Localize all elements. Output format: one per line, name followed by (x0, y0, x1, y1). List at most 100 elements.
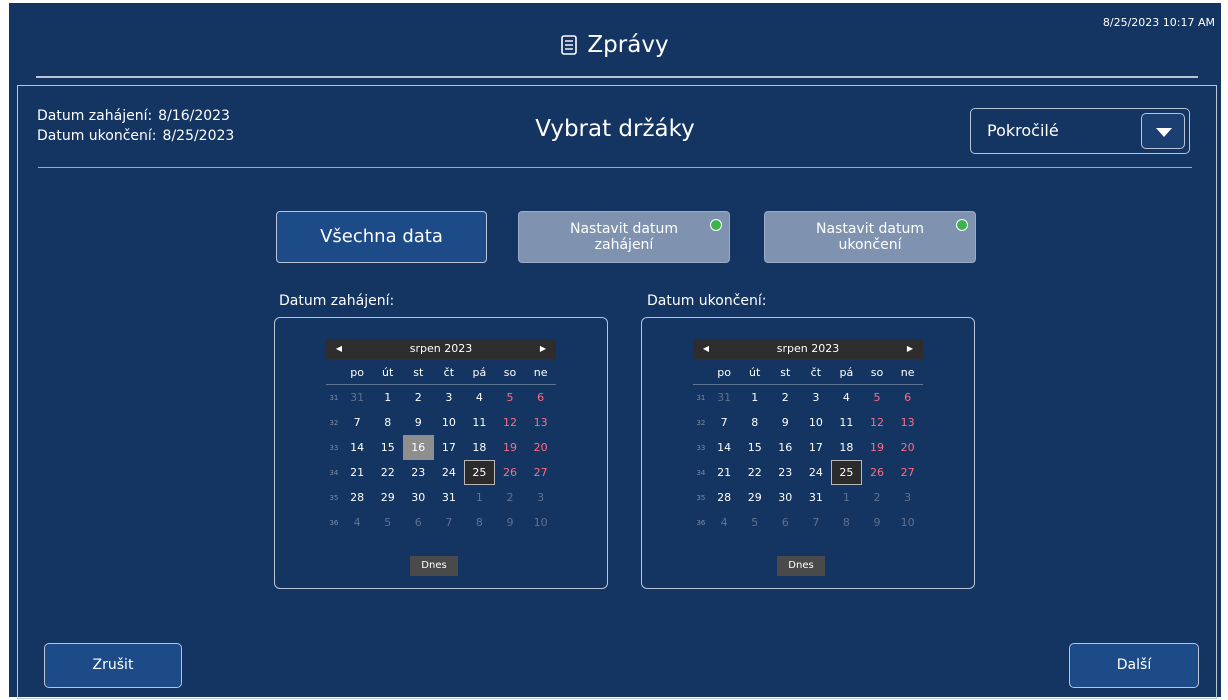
calendar-day[interactable]: 30 (403, 485, 434, 510)
weekday-header: ne (892, 361, 923, 385)
calendar-day[interactable]: 15 (372, 435, 403, 460)
calendar-day[interactable]: 28 (709, 485, 740, 510)
calendar-day[interactable]: 18 (831, 435, 862, 460)
calendar-day[interactable]: 21 (342, 460, 373, 485)
calendar-day[interactable]: 5 (862, 385, 893, 411)
calendar-day[interactable]: 17 (434, 435, 465, 460)
calendar-day[interactable]: 14 (342, 435, 373, 460)
all-data-button[interactable]: Všechna data (276, 211, 487, 263)
calendar-day[interactable]: 8 (739, 410, 770, 435)
calendar-day[interactable]: 9 (862, 510, 893, 535)
calendar-day[interactable]: 26 (495, 460, 526, 485)
calendar-day[interactable]: 28 (342, 485, 373, 510)
calendar-day[interactable]: 10 (801, 410, 832, 435)
calendar-day[interactable]: 4 (831, 385, 862, 411)
calendar-day[interactable]: 27 (525, 460, 556, 485)
calendar-day[interactable]: 20 (892, 435, 923, 460)
calendar-day[interactable]: 26 (862, 460, 893, 485)
calendar-day[interactable]: 13 (892, 410, 923, 435)
calendar-day[interactable]: 24 (801, 460, 832, 485)
calendar-day[interactable]: 8 (831, 510, 862, 535)
prev-month-icon[interactable]: ◀ (696, 339, 716, 359)
calendar-day[interactable]: 27 (892, 460, 923, 485)
calendar-day[interactable]: 7 (709, 410, 740, 435)
calendar-week-row: 32 7 8 9 10 11 12 13 (326, 410, 556, 435)
calendar-week-row: 34 21 22 23 24 25 26 27 (693, 460, 923, 485)
calendar-day[interactable]: 17 (801, 435, 832, 460)
calendar-day[interactable]: 23 (403, 460, 434, 485)
mode-dropdown[interactable]: Pokročilé (970, 108, 1190, 154)
calendar-day[interactable]: 15 (739, 435, 770, 460)
calendar-day[interactable]: 1 (464, 485, 495, 510)
prev-month-icon[interactable]: ◀ (329, 339, 349, 359)
set-start-date-button[interactable]: Nastavit datum zahájení (518, 211, 730, 263)
calendar-day[interactable]: 31 (801, 485, 832, 510)
today-button[interactable]: Dnes (777, 556, 825, 576)
calendar-day[interactable]: 25 (831, 460, 862, 485)
calendar-day[interactable]: 1 (372, 385, 403, 411)
calendar-day[interactable]: 4 (342, 510, 373, 535)
calendar-day[interactable]: 3 (892, 485, 923, 510)
calendar-day[interactable]: 9 (403, 410, 434, 435)
calendar-day[interactable]: 7 (342, 410, 373, 435)
calendar-day[interactable]: 31 (342, 385, 373, 411)
calendar-day[interactable]: 20 (525, 435, 556, 460)
calendar-day[interactable]: 10 (525, 510, 556, 535)
calendar-day[interactable]: 12 (862, 410, 893, 435)
calendar-day[interactable]: 22 (372, 460, 403, 485)
calendar-day[interactable]: 9 (495, 510, 526, 535)
calendar-day[interactable]: 22 (739, 460, 770, 485)
calendar-day[interactable]: 7 (434, 510, 465, 535)
calendar-day[interactable]: 6 (403, 510, 434, 535)
calendar-day[interactable]: 3 (525, 485, 556, 510)
calendar-day[interactable]: 30 (770, 485, 801, 510)
calendar-day[interactable]: 29 (372, 485, 403, 510)
calendar-day[interactable]: 31 (709, 385, 740, 411)
next-button[interactable]: Další (1069, 643, 1199, 688)
calendar-day[interactable]: 8 (372, 410, 403, 435)
calendar-day[interactable]: 23 (770, 460, 801, 485)
calendar-day[interactable]: 2 (862, 485, 893, 510)
calendar-day[interactable]: 25 (464, 460, 495, 485)
calendar-day[interactable]: 29 (739, 485, 770, 510)
next-month-icon[interactable]: ▶ (533, 339, 553, 359)
calendar-day[interactable]: 16 (402, 435, 434, 460)
calendar-day[interactable]: 10 (434, 410, 465, 435)
calendar-day[interactable]: 1 (831, 485, 862, 510)
calendar-day[interactable]: 6 (525, 385, 556, 411)
calendar-day[interactable]: 14 (709, 435, 740, 460)
calendar-day[interactable]: 19 (862, 435, 893, 460)
calendar-day[interactable]: 7 (801, 510, 832, 535)
calendar-day[interactable]: 8 (464, 510, 495, 535)
calendar-day[interactable]: 2 (770, 385, 801, 411)
calendar-day[interactable]: 16 (770, 435, 801, 460)
calendar-day[interactable]: 3 (434, 385, 465, 411)
calendar-day[interactable]: 5 (739, 510, 770, 535)
next-month-icon[interactable]: ▶ (900, 339, 920, 359)
calendar-day[interactable]: 3 (801, 385, 832, 411)
calendar-day[interactable]: 1 (739, 385, 770, 411)
calendar-day[interactable]: 19 (495, 435, 526, 460)
calendar-day[interactable]: 5 (495, 385, 526, 411)
calendar-day[interactable]: 24 (434, 460, 465, 485)
calendar-day[interactable]: 2 (495, 485, 526, 510)
calendar-day[interactable]: 18 (464, 435, 495, 460)
calendar-day[interactable]: 6 (892, 385, 923, 411)
calendar-day[interactable]: 13 (525, 410, 556, 435)
calendar-day[interactable]: 11 (831, 410, 862, 435)
calendar-day[interactable]: 6 (770, 510, 801, 535)
calendar-day[interactable]: 21 (709, 460, 740, 485)
calendar-day[interactable]: 11 (464, 410, 495, 435)
calendar-day[interactable]: 4 (464, 385, 495, 411)
calendar-day[interactable]: 10 (892, 510, 923, 535)
today-button[interactable]: Dnes (410, 556, 458, 576)
calendar-day[interactable]: 2 (403, 385, 434, 411)
calendar-day[interactable]: 9 (770, 410, 801, 435)
calendar-day[interactable]: 4 (709, 510, 740, 535)
cancel-button[interactable]: Zrušit (44, 643, 182, 688)
dropdown-toggle-button[interactable] (1141, 113, 1185, 149)
calendar-day[interactable]: 31 (434, 485, 465, 510)
set-end-date-button[interactable]: Nastavit datum ukončení (764, 211, 976, 263)
calendar-day[interactable]: 5 (372, 510, 403, 535)
calendar-day[interactable]: 12 (495, 410, 526, 435)
